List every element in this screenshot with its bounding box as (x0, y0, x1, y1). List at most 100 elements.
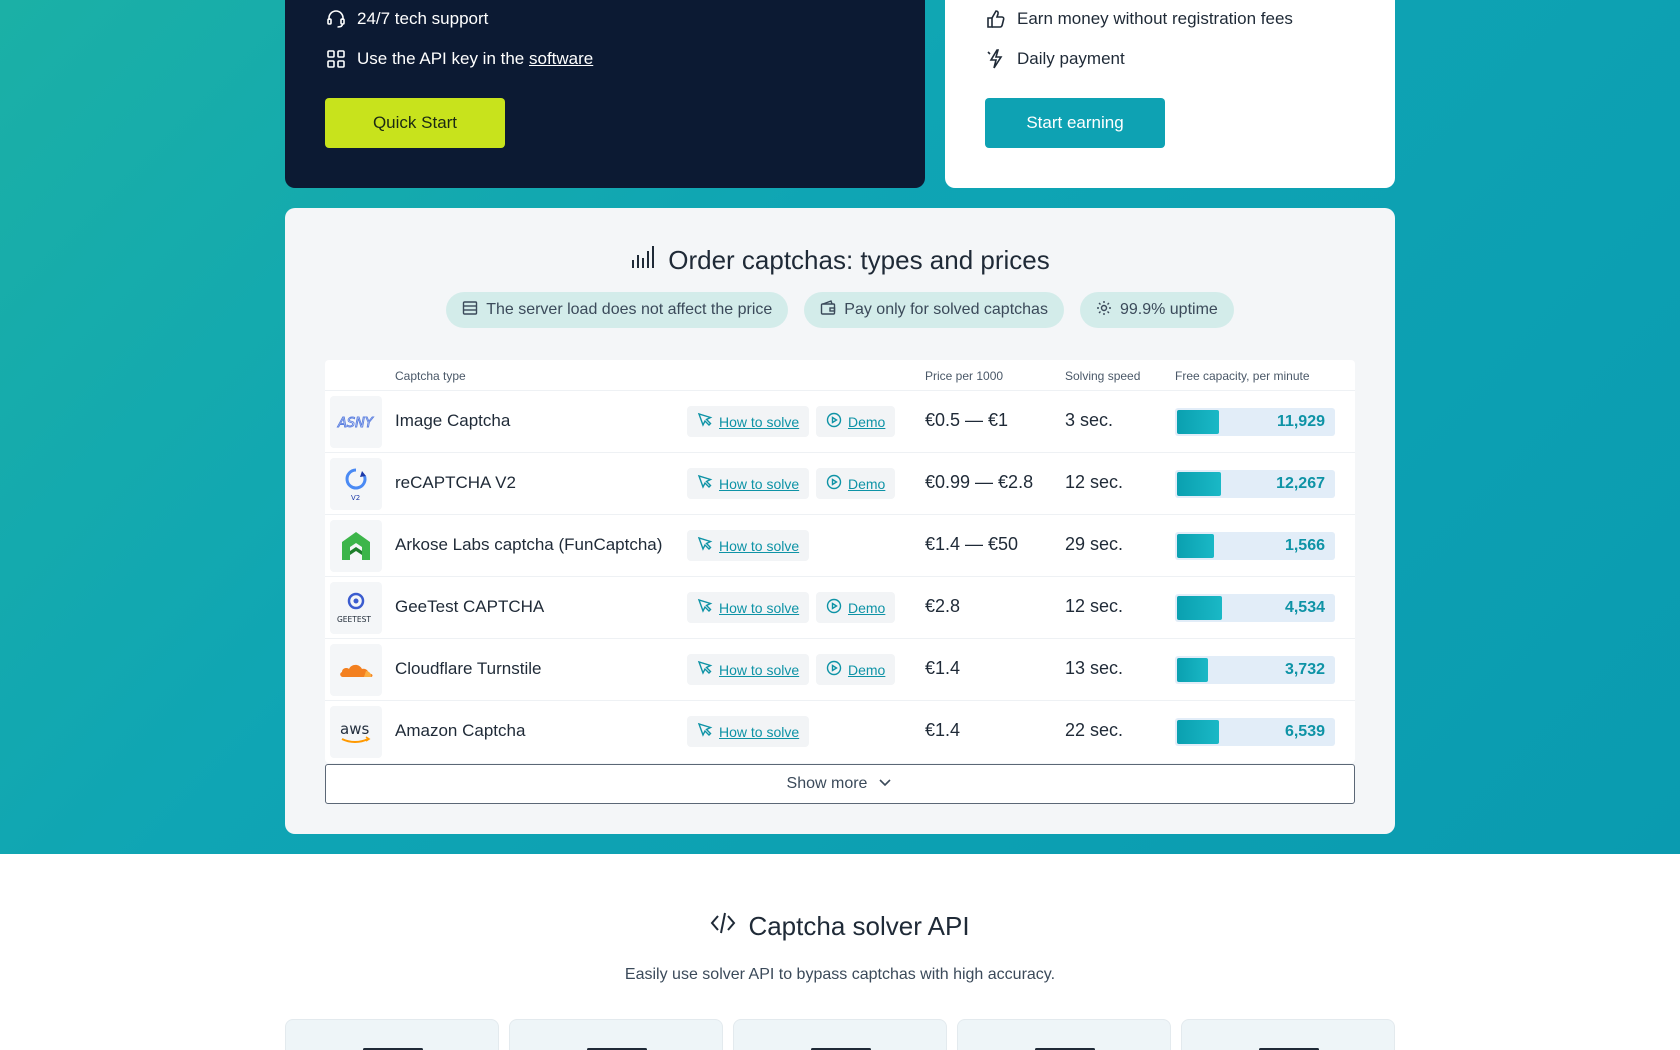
price-value: €1.4 — €50 (925, 534, 1019, 554)
headset-icon (325, 8, 347, 30)
play-icon (826, 660, 842, 679)
feature-api-text: Use the API key in the (357, 49, 525, 68)
feature-earn: Earn money without registration fees (985, 8, 1293, 30)
table-row: Arkose Labs captcha (FunCaptcha) How to … (325, 515, 1355, 577)
aws-logo-text: aws (340, 720, 369, 738)
feature-daily: Daily payment (985, 48, 1125, 70)
capacity-bar: 6,539 (1175, 718, 1335, 746)
api-subtitle: Easily use solver API to bypass captchas… (624, 966, 1056, 983)
software-link[interactable]: software (529, 49, 593, 68)
speed-value: 29 sec. (1065, 534, 1124, 554)
captcha-name: Image Captcha (395, 411, 511, 430)
show-more-label: Show more (786, 775, 868, 792)
captcha-name: GeeTest CAPTCHA (395, 597, 545, 616)
play-icon (826, 474, 842, 493)
pointer-icon (697, 660, 713, 679)
how-to-solve-pill: How to solve (687, 716, 810, 747)
api-tile[interactable] (733, 1019, 947, 1050)
how-to-solve-pill: How to solve (687, 530, 810, 561)
how-to-solve-pill: How to solve (687, 406, 810, 437)
capacity-value: 11,929 (1276, 413, 1325, 430)
price-value: €1.4 (925, 720, 961, 740)
pointer-icon (697, 722, 713, 741)
capacity-fill (1177, 472, 1221, 496)
demo-link[interactable]: Demo (848, 662, 885, 678)
api-tile[interactable] (285, 1019, 499, 1050)
demo-link[interactable]: Demo (848, 600, 885, 616)
capacity-bar: 4,534 (1175, 594, 1335, 622)
feature-api-key: Use the API key in the software (325, 48, 593, 70)
chip-pay-solved-label: Pay only for solved captchas (844, 301, 1048, 318)
arkose-labs-logo (330, 520, 382, 572)
chip-uptime-label: 99.9% uptime (1119, 301, 1218, 318)
table-row: aws Amazon Captcha How to solve €1.4 22 … (325, 701, 1355, 763)
feature-support-label: 24/7 tech support (357, 9, 489, 28)
demo-link[interactable]: Demo (848, 476, 885, 492)
geetest-logo: GEETEST (330, 582, 382, 634)
captcha-name: Cloudflare Turnstile (395, 659, 542, 678)
how-to-solve-link[interactable]: How to solve (719, 414, 799, 430)
captcha-name: reCAPTCHA V2 (395, 473, 516, 492)
col-speed: Solving speed (1065, 369, 1141, 383)
price-value: €0.5 — €1 (925, 410, 1009, 430)
recaptcha-logo-text: V2 (351, 494, 360, 502)
api-tile[interactable] (509, 1019, 723, 1050)
speed-value: 22 sec. (1065, 720, 1124, 740)
capacity-value: 6,539 (1284, 723, 1325, 740)
capacity-value: 1,566 (1284, 537, 1325, 554)
price-value: €1.4 (925, 658, 961, 678)
bar-chart-icon (630, 244, 656, 277)
feature-earn-label: Earn money without registration fees (1017, 9, 1293, 28)
demo-pill: Demo (816, 468, 896, 499)
worker-card: Earn money without registration fees Dai… (945, 0, 1395, 188)
how-to-solve-link[interactable]: How to solve (719, 538, 799, 554)
table-row: ASNY Image Captcha How to solve Demo €0.… (325, 391, 1355, 453)
wallet-icon (820, 299, 836, 321)
col-capacity: Free capacity, per minute (1175, 369, 1310, 383)
demo-pill: Demo (816, 592, 896, 623)
api-title: Captcha solver API (748, 911, 970, 941)
speed-value: 3 sec. (1065, 410, 1114, 430)
api-heading: Captcha solver API (0, 910, 1680, 943)
how-to-solve-link[interactable]: How to solve (719, 724, 799, 740)
thumbs-up-icon (985, 8, 1007, 30)
capacity-fill (1177, 720, 1219, 744)
speed-value: 13 sec. (1065, 658, 1124, 678)
demo-pill: Demo (816, 406, 896, 437)
how-to-solve-link[interactable]: How to solve (719, 476, 799, 492)
how-to-solve-pill: How to solve (687, 592, 810, 623)
how-to-solve-pill: How to solve (687, 468, 810, 499)
table-row: Cloudflare Turnstile How to solve Demo €… (325, 639, 1355, 701)
table-row: GEETEST GeeTest CAPTCHA How to solve Dem… (325, 577, 1355, 639)
play-icon (826, 412, 842, 431)
show-more-button[interactable]: Show more (325, 764, 1355, 804)
demo-pill: Demo (816, 654, 896, 685)
col-captcha-type: Captcha type (395, 369, 466, 383)
how-to-solve-link[interactable]: How to solve (719, 600, 799, 616)
how-to-solve-link[interactable]: How to solve (719, 662, 799, 678)
start-earning-button[interactable]: Start earning (985, 98, 1165, 148)
captcha-name: Arkose Labs captcha (FunCaptcha) (395, 535, 663, 554)
demo-link[interactable]: Demo (848, 414, 885, 430)
server-icon (462, 300, 478, 321)
speed-value: 12 sec. (1065, 596, 1124, 616)
chip-uptime: 99.9% uptime (1079, 292, 1234, 328)
captcha-name: Amazon Captcha (395, 721, 526, 740)
gear-icon (1096, 300, 1112, 321)
speed-value: 12 sec. (1065, 472, 1124, 492)
api-language-tiles (285, 1019, 1395, 1050)
table-row: V2 reCAPTCHA V2 How to solve Demo €0.99 … (325, 453, 1355, 515)
prices-title: Order captchas: types and prices (668, 245, 1050, 275)
pointer-icon (697, 598, 713, 617)
geetest-logo-text: GEETEST (337, 615, 371, 624)
capacity-value: 4,534 (1284, 599, 1325, 616)
cloudflare-logo (330, 644, 382, 696)
api-tile[interactable] (1181, 1019, 1395, 1050)
api-tile[interactable] (957, 1019, 1171, 1050)
code-icon (710, 910, 736, 943)
capacity-fill (1177, 410, 1219, 434)
prices-card: Order captchas: types and prices The ser… (285, 208, 1395, 834)
capacity-fill (1177, 658, 1208, 682)
capacity-value: 3,732 (1284, 661, 1325, 678)
quick-start-button[interactable]: Quick Start (325, 98, 505, 148)
